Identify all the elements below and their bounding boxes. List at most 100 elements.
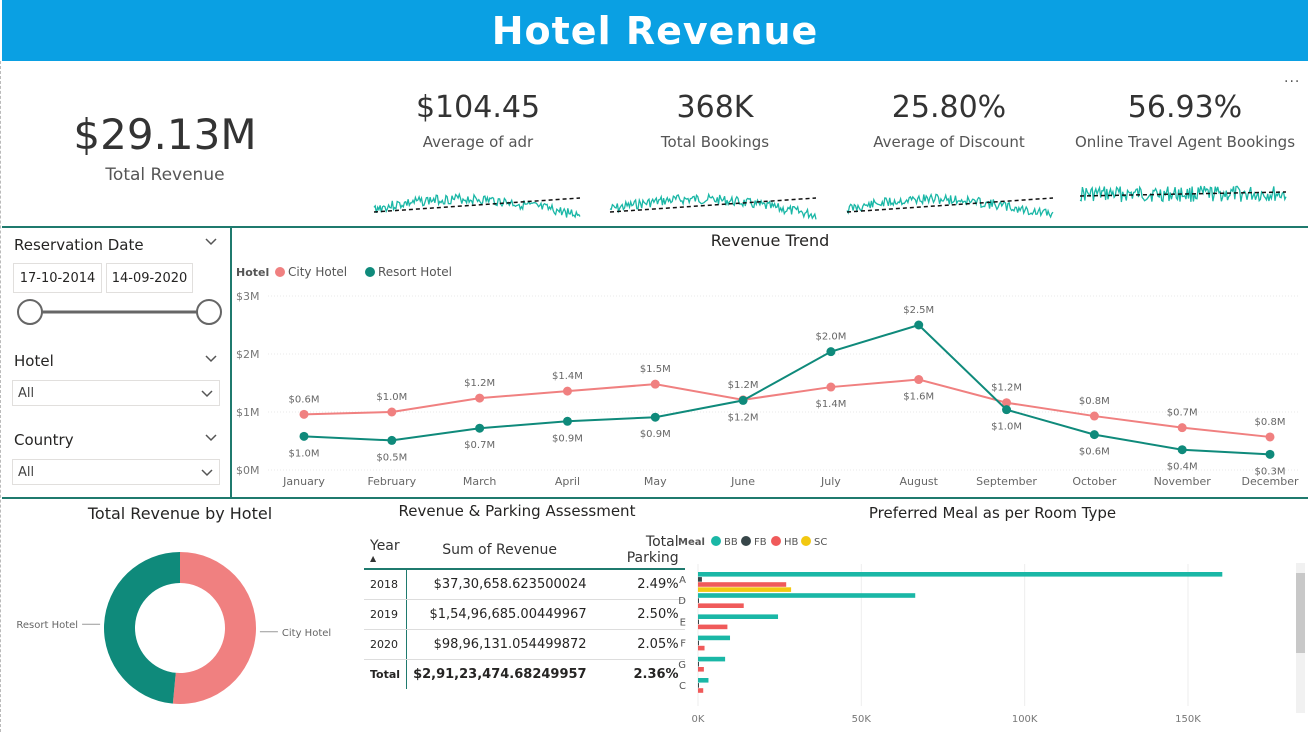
data-point	[1177, 423, 1187, 433]
bar	[698, 678, 709, 683]
chevron-down-icon[interactable]	[205, 236, 217, 248]
kpi-value: 56.93%	[1127, 90, 1243, 125]
column-header-revenue[interactable]: Sum of Revenue	[406, 532, 593, 570]
bar	[698, 645, 705, 651]
legend-marker	[365, 267, 375, 277]
kpi-label: Average of adr	[422, 133, 534, 151]
data-label: $1.5M	[640, 364, 671, 375]
date-end-input[interactable]: 14-09-2020	[106, 263, 193, 293]
data-point	[826, 347, 836, 357]
data-label: $0.6M	[1079, 447, 1110, 458]
legend-marker	[741, 536, 751, 546]
x-tick-label: July	[820, 475, 841, 488]
date-start-input[interactable]: 17-10-2014	[13, 263, 102, 293]
data-point	[1265, 449, 1275, 459]
hotel-dropdown[interactable]: All	[12, 380, 220, 406]
bar	[698, 603, 744, 608]
sparkline-series	[846, 192, 1054, 219]
bar	[698, 635, 731, 641]
kpi-label: Online Travel Agent Bookings	[1074, 133, 1296, 151]
data-label: $1.0M	[991, 422, 1022, 433]
x-tick-label: May	[644, 475, 667, 488]
bar	[698, 667, 704, 672]
slicer-reservation-date-title: Reservation Date	[14, 236, 144, 254]
kpi-discount: 25.80% Average of Discount	[836, 90, 1062, 151]
meal-chart-scrollbar[interactable]	[1296, 563, 1305, 713]
data-point	[1177, 445, 1187, 455]
data-label: $1.0M	[289, 448, 320, 459]
revenue-trend-chart: Hotel City Hotel Resort Hotel $0M $1M $2M $3M J…	[236, 265, 1299, 488]
data-point	[1089, 411, 1099, 421]
date-range-slider[interactable]	[14, 298, 226, 328]
bar	[698, 598, 699, 603]
bar	[698, 640, 699, 646]
data-label: $2.5M	[903, 305, 934, 316]
y-tick-label: $2M	[236, 348, 260, 361]
scrollbar-thumb[interactable]	[1296, 573, 1305, 653]
legend-label: SC	[814, 537, 827, 548]
data-label: $1.2M	[728, 380, 759, 391]
series-line	[303, 378, 1271, 438]
data-label: $0.3M	[1255, 466, 1286, 477]
data-label: $1.0M	[376, 392, 407, 403]
x-tick-label: 150K	[1175, 714, 1201, 725]
slider-handle-end[interactable]	[196, 299, 222, 325]
table-row[interactable]: 2020 $98,96,131.054499872 2.05%	[364, 629, 685, 660]
x-tick-label: October	[1072, 475, 1116, 488]
y-tick-label: $3M	[236, 290, 260, 303]
y-tick-label: A	[679, 575, 686, 586]
chevron-down-icon[interactable]	[205, 353, 217, 365]
data-point	[1002, 405, 1012, 415]
chevron-down-icon	[201, 390, 213, 398]
table-cell-total-revenue: $2,91,23,474.68249957	[413, 667, 587, 682]
bar	[698, 683, 699, 688]
sparkline-series	[1079, 185, 1287, 203]
sparkline-bookings	[609, 192, 817, 220]
data-label: $1.2M	[464, 378, 495, 389]
legend-label: Resort Hotel	[378, 265, 452, 279]
bar	[698, 582, 787, 587]
slider-handle-start[interactable]	[17, 299, 43, 325]
data-point	[299, 431, 309, 441]
country-dropdown-value: All	[18, 464, 35, 480]
kpi-adr: $104.45 Average of adr	[365, 90, 591, 151]
x-tick-label: February	[367, 475, 416, 488]
dashboard-header: Hotel Revenue	[2, 0, 1308, 61]
more-options-icon[interactable]: ...	[1284, 70, 1300, 86]
chevron-down-icon[interactable]	[205, 432, 217, 444]
data-point	[387, 435, 397, 445]
bar	[698, 577, 702, 582]
data-label: $0.6M	[289, 394, 320, 405]
legend-label: FB	[754, 537, 767, 548]
x-tick-label: November	[1154, 475, 1212, 488]
data-point	[475, 423, 485, 433]
data-point	[387, 407, 397, 417]
legend-title: Meal	[678, 537, 705, 548]
x-tick-label: 50K	[852, 714, 872, 725]
bar	[698, 656, 726, 662]
data-point	[650, 379, 660, 389]
kpi-label: Total Bookings	[660, 133, 770, 151]
column-header-year[interactable]: Year ▲	[364, 532, 407, 570]
bar	[698, 619, 699, 625]
legend-label: City Hotel	[288, 265, 347, 279]
table-row[interactable]: 2019 $1,54,96,685.00449967 2.50%	[364, 599, 685, 630]
data-point	[914, 375, 924, 385]
table-row[interactable]: 2018 $37,30,658.623500024 2.49%	[364, 569, 685, 600]
pie-slice	[103, 552, 180, 704]
slice-label: City Hotel	[282, 628, 331, 639]
chevron-down-icon	[201, 469, 213, 477]
slicer-hotel-title: Hotel	[14, 352, 54, 370]
legend-marker	[275, 267, 285, 277]
revenue-parking-title: Revenue & Parking Assessment	[398, 502, 636, 520]
slice-label: Resort Hotel	[16, 620, 78, 631]
data-point	[562, 386, 572, 396]
revenue-trend-title: Revenue Trend	[710, 231, 830, 250]
data-label: $1.4M	[815, 399, 846, 410]
data-label: $0.9M	[640, 429, 671, 440]
legend-marker	[801, 536, 811, 546]
country-dropdown[interactable]: All	[12, 459, 220, 485]
table-cell-revenue: $98,96,131.054499872	[406, 629, 593, 660]
data-label: $0.7M	[1167, 408, 1198, 419]
x-tick-label: August	[899, 475, 938, 488]
